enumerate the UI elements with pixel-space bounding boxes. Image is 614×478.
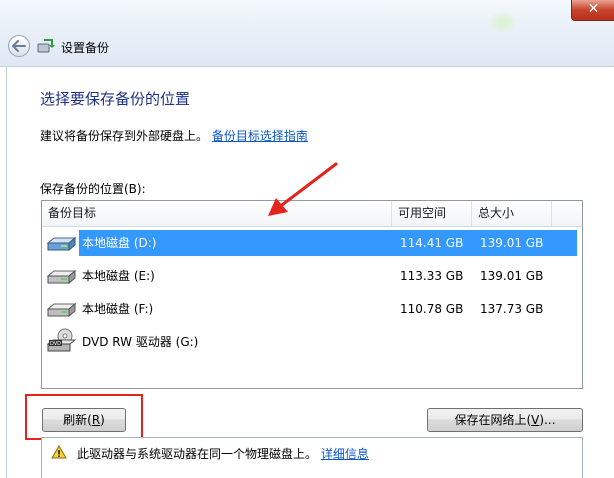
backup-guide-link[interactable]: 备份目标选择指南 <box>212 129 308 143</box>
list-row-drive-f[interactable]: 本地磁盘 (F:) 110.78 GB 137.73 GB <box>42 294 582 324</box>
free-space-value: 113.33 GB <box>400 269 464 283</box>
backup-target-list[interactable]: 备份目标 可用空间 总大小 本地磁盘 (D:) 114.41 GB 139.01… <box>41 200 583 389</box>
save-online-label-start: 保存在网络上( <box>454 413 532 427</box>
list-row-drive-d[interactable]: 本地磁盘 (D:) 114.41 GB 139.01 GB <box>42 228 582 258</box>
save-online-label-end: )... <box>539 413 556 427</box>
hard-drive-icon <box>46 302 76 318</box>
hard-drive-icon <box>46 269 76 285</box>
warning-message: 此驱动器与系统驱动器在同一个物理磁盘上。 详细信息 <box>77 445 369 462</box>
warning-panel: 此驱动器与系统驱动器在同一个物理磁盘上。 详细信息 <box>41 437 583 478</box>
details-link[interactable]: 详细信息 <box>321 447 369 461</box>
save-on-network-button[interactable]: 保存在网络上(V)... <box>427 408 583 432</box>
column-header-total-size[interactable]: 总大小 <box>472 201 552 226</box>
column-header-free-space[interactable]: 可用空间 <box>392 201 472 226</box>
list-row-drive-e[interactable]: 本地磁盘 (E:) 113.33 GB 139.01 GB <box>42 261 582 291</box>
suggestion-line: 建议将备份保存到外部硬盘上。 备份目标选择指南 <box>40 127 308 144</box>
backup-location-label: 保存备份的位置(B): <box>40 182 146 196</box>
svg-text:DVD: DVD <box>50 341 61 347</box>
drive-name: 本地磁盘 (D:) <box>82 236 157 250</box>
window-title: 设置备份 <box>61 41 110 55</box>
annotation-arrow-icon <box>268 162 338 216</box>
drive-name: DVD RW 驱动器 (G:) <box>82 335 199 349</box>
total-size-value: 139.01 GB <box>480 236 544 250</box>
warning-text: 此驱动器与系统驱动器在同一个物理磁盘上。 <box>77 447 318 461</box>
list-row-drive-g[interactable]: DVD DVD RW 驱动器 (G:) <box>42 327 582 357</box>
backup-app-icon <box>37 39 55 53</box>
page-heading: 选择要保存备份的位置 <box>40 90 191 108</box>
glow-decoration <box>488 10 518 34</box>
annotation-highlight-box <box>25 394 143 440</box>
suggestion-text: 建议将备份保存到外部硬盘上。 <box>40 129 209 143</box>
free-space-value: 114.41 GB <box>400 236 464 250</box>
dvd-drive-icon: DVD <box>46 328 76 352</box>
title-bar: ✕ 设置备份 <box>0 0 614 67</box>
warning-icon <box>51 445 67 459</box>
free-space-value: 110.78 GB <box>400 302 464 316</box>
drive-name: 本地磁盘 (F:) <box>82 302 154 316</box>
back-button[interactable] <box>8 35 30 57</box>
total-size-value: 139.01 GB <box>480 269 544 283</box>
hard-drive-icon <box>46 236 76 252</box>
drive-name: 本地磁盘 (E:) <box>82 269 155 283</box>
total-size-value: 137.73 GB <box>480 302 544 316</box>
close-button[interactable]: ✕ <box>571 0 614 21</box>
back-arrow-icon <box>12 40 26 52</box>
